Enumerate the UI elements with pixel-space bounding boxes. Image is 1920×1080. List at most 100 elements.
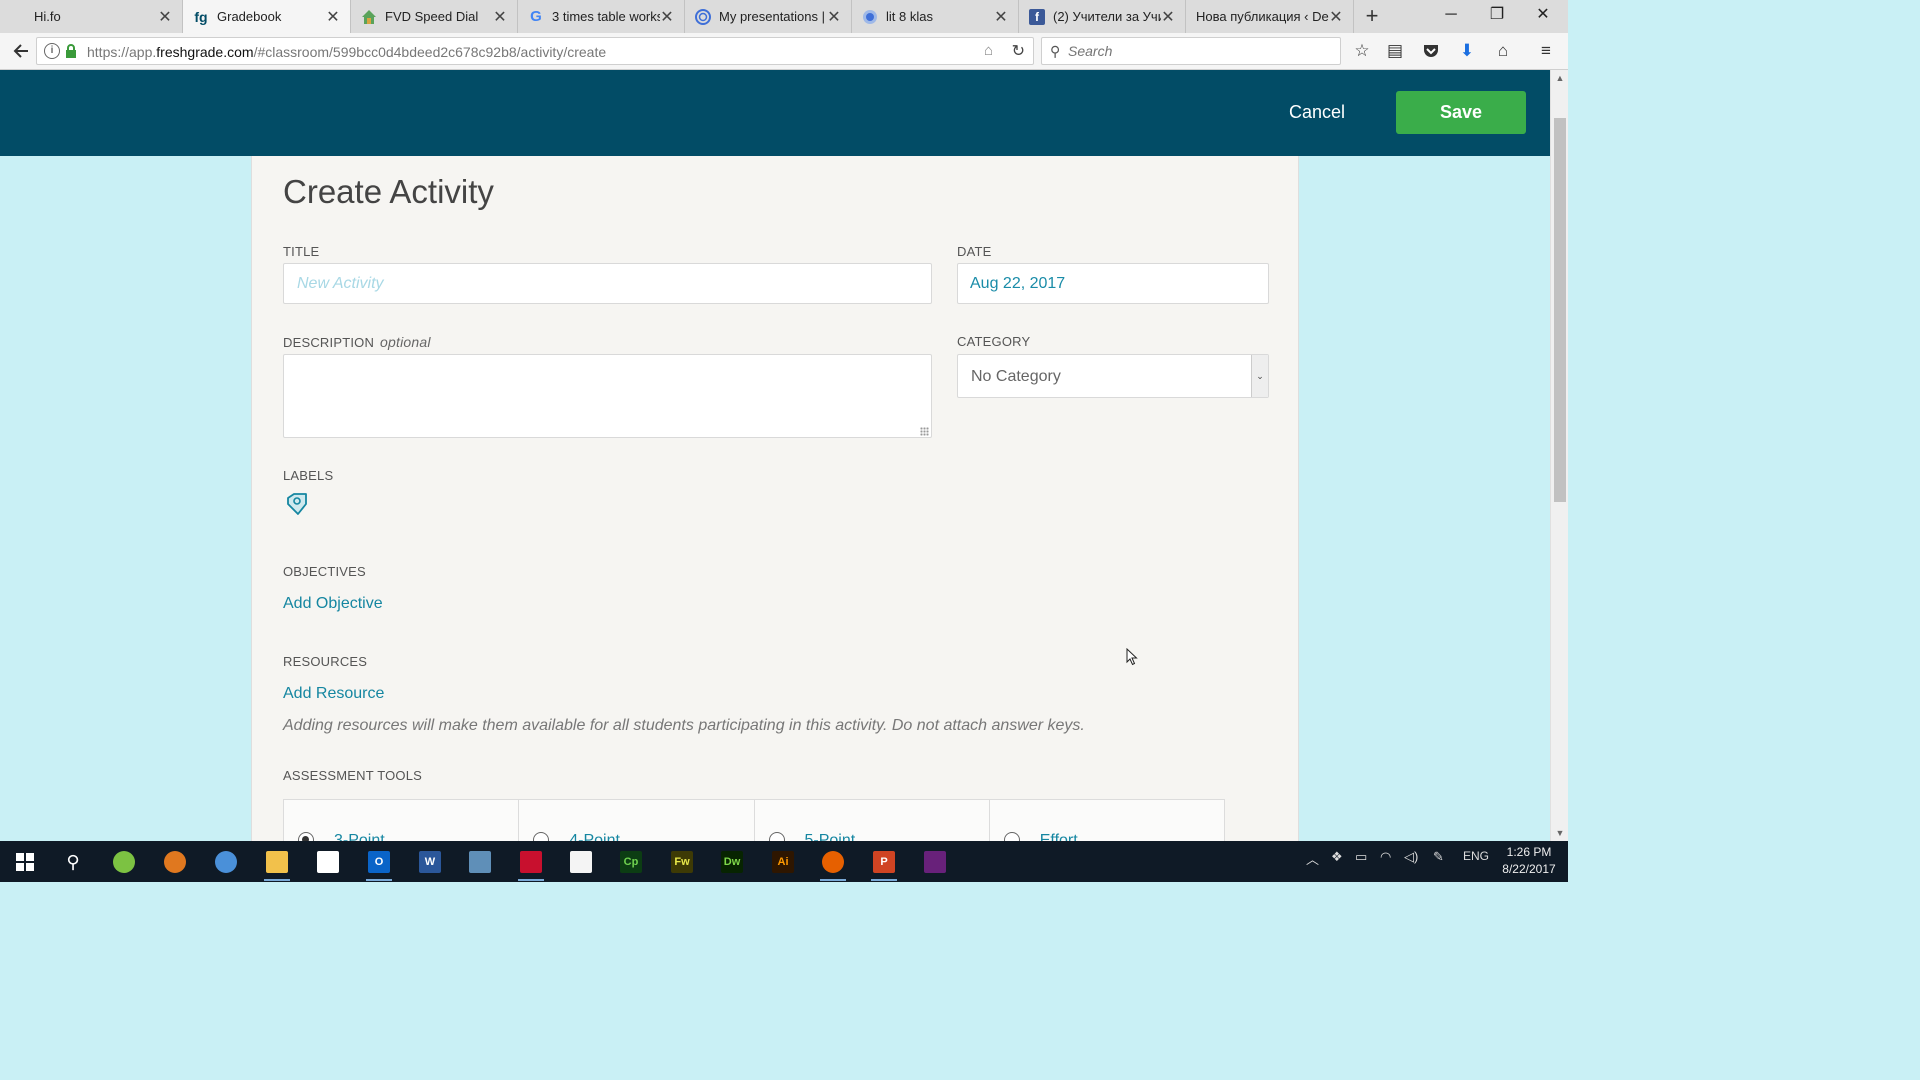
browser-tab[interactable]: Нова публикация ‹ De ✕ — [1186, 0, 1354, 33]
presentations-icon — [695, 8, 711, 25]
clock-time: 1:26 PM — [1506, 845, 1552, 859]
save-button[interactable]: Save — [1396, 91, 1526, 134]
close-tab-icon[interactable]: ✕ — [1161, 7, 1175, 27]
firefox-icon[interactable] — [816, 846, 850, 881]
reload-icon[interactable]: ↻ — [1012, 41, 1025, 61]
close-tab-icon[interactable]: ✕ — [994, 7, 1008, 27]
close-window-icon[interactable]: ✕ — [1520, 0, 1566, 33]
close-tab-icon[interactable]: ✕ — [326, 7, 340, 27]
assessment-option-5-point[interactable]: 5-Point — [755, 800, 990, 841]
volume-icon[interactable]: ◁) — [1404, 849, 1418, 865]
browser-tab[interactable]: f (2) Учители за Учи ✕ — [1019, 0, 1186, 33]
system-clock[interactable]: 1:26 PM 8/22/2017 — [1490, 844, 1568, 878]
new-tab-button[interactable]: + — [1358, 4, 1386, 30]
restore-window-icon[interactable]: ❐ — [1474, 0, 1520, 33]
app-iq-icon[interactable] — [463, 846, 497, 878]
category-select[interactable]: No Category ⌄ — [957, 354, 1269, 398]
tab-title: (2) Учители за Учи — [1053, 9, 1161, 24]
close-tab-icon[interactable]: ✕ — [827, 7, 841, 27]
powerpoint-icon[interactable]: P — [867, 846, 901, 881]
visual-studio-icon[interactable] — [918, 846, 952, 878]
app-blue-icon[interactable] — [209, 846, 243, 878]
assessment-option-label[interactable]: 3-Point — [334, 832, 385, 841]
app-orange-icon[interactable] — [158, 846, 192, 878]
dropbox-icon[interactable]: ❖ — [1331, 849, 1343, 865]
search-input[interactable] — [1068, 42, 1328, 60]
page-title: Create Activity — [283, 173, 494, 210]
captivate-icon[interactable]: Cp — [614, 846, 648, 878]
add-objective-link[interactable]: Add Objective — [283, 595, 383, 613]
back-arrow-icon[interactable] — [8, 38, 34, 64]
fireworks-icon[interactable]: Fw — [665, 846, 699, 878]
home-icon[interactable]: ⌂ — [1491, 39, 1515, 63]
app-green-icon[interactable] — [107, 846, 141, 878]
close-tab-icon[interactable]: ✕ — [158, 7, 172, 27]
word-icon[interactable]: W — [413, 846, 447, 878]
page-scrollbar[interactable]: ▲ ▼ — [1550, 70, 1568, 841]
browser-tab-strip: Hi.fo ✕ fg Gradebook ✕ FVD Speed Dial ✕ … — [0, 0, 1568, 33]
add-resource-link[interactable]: Add Resource — [283, 685, 384, 703]
date-label: DATE — [957, 244, 992, 259]
menu-hamburger-icon[interactable]: ≡ — [1534, 39, 1558, 63]
assessment-option-label[interactable]: 4-Point — [569, 832, 620, 841]
windows-taskbar: ⚲ O W Cp Fw Dw Ai P ︿ ❖ ▭ ◠ ◁) ✎ ENG 1:2… — [0, 841, 1568, 882]
illustrator-icon[interactable]: Ai — [766, 846, 800, 878]
browser-tab[interactable]: lit 8 klas ✕ — [852, 0, 1019, 33]
scrollbar-thumb[interactable] — [1554, 118, 1566, 502]
url-text[interactable]: https://app.freshgrade.com/#classroom/59… — [87, 44, 606, 60]
bookmark-star-icon[interactable]: ☆ — [1350, 39, 1374, 63]
chevron-down-icon[interactable]: ⌄ — [1251, 355, 1268, 397]
browser-tab[interactable]: FVD Speed Dial ✕ — [351, 0, 518, 33]
date-input[interactable] — [957, 263, 1269, 304]
browser-tab[interactable]: My presentations | ✕ — [685, 0, 852, 33]
battery-icon[interactable]: ▭ — [1355, 849, 1367, 865]
language-indicator[interactable]: ENG — [1463, 849, 1489, 863]
cancel-button[interactable]: Cancel — [1276, 97, 1358, 127]
radio-button[interactable] — [533, 832, 550, 841]
assessment-option-effort[interactable]: Effort — [990, 800, 1224, 841]
browser-tab-active[interactable]: fg Gradebook ✕ — [183, 0, 351, 33]
assessment-option-3-point[interactable]: 3-Point — [284, 800, 520, 841]
browser-tab[interactable]: G 3 times table works ✕ — [518, 0, 685, 33]
assessment-option-4-point[interactable]: 4-Point — [519, 800, 755, 841]
show-hidden-icons-chevron-icon[interactable]: ︿ — [1306, 849, 1319, 868]
search-icon[interactable]: ⚲ — [56, 846, 90, 878]
dreamweaver-icon[interactable]: Dw — [715, 846, 749, 878]
search-bar[interactable]: ⚲ — [1041, 37, 1341, 65]
page-action-icon[interactable]: ⌂ — [984, 42, 993, 59]
assessment-option-label[interactable]: 5-Point — [805, 832, 856, 841]
radio-button-selected[interactable] — [298, 832, 314, 841]
radio-button[interactable] — [1003, 832, 1020, 841]
generic-page-icon — [10, 9, 26, 25]
google-icon: G — [530, 8, 542, 25]
downloads-icon[interactable]: ⬇ — [1455, 39, 1479, 63]
file-explorer-icon[interactable] — [260, 846, 294, 881]
scroll-down-arrow-icon[interactable]: ▼ — [1551, 825, 1569, 841]
info-icon[interactable]: i — [44, 43, 60, 59]
close-tab-icon[interactable]: ✕ — [493, 7, 507, 27]
tab-title: My presentations | — [719, 9, 825, 24]
add-label-tag-icon[interactable] — [285, 491, 311, 517]
close-tab-icon[interactable]: ✕ — [660, 7, 674, 27]
app-red-icon[interactable] — [514, 846, 548, 881]
pen-icon[interactable]: ✎ — [1433, 849, 1444, 865]
scroll-up-arrow-icon[interactable]: ▲ — [1551, 70, 1569, 86]
windows-start-icon[interactable] — [8, 846, 42, 878]
pocket-icon[interactable] — [1419, 39, 1443, 63]
resize-grip-icon[interactable] — [920, 427, 929, 436]
reading-list-icon[interactable]: ▤ — [1383, 39, 1407, 63]
clock-date: 8/22/2017 — [1502, 862, 1556, 876]
assessment-tools-group: 3-Point 4-Point 5-Point Effort — [283, 799, 1225, 841]
browser-tab[interactable]: Hi.fo ✕ — [0, 0, 183, 33]
address-bar[interactable]: i https://app.freshgrade.com/#classroom/… — [36, 37, 1034, 65]
wifi-icon[interactable]: ◠ — [1380, 849, 1391, 865]
notepad-icon[interactable] — [564, 846, 598, 878]
store-icon[interactable] — [311, 846, 345, 878]
radio-button[interactable] — [768, 832, 785, 841]
description-textarea[interactable] — [283, 354, 932, 438]
title-input[interactable] — [283, 263, 932, 304]
outlook-icon[interactable]: O — [362, 846, 396, 881]
close-tab-icon[interactable]: ✕ — [1329, 7, 1343, 27]
assessment-option-label[interactable]: Effort — [1040, 832, 1078, 841]
minimize-window-icon[interactable]: ─ — [1428, 0, 1474, 33]
